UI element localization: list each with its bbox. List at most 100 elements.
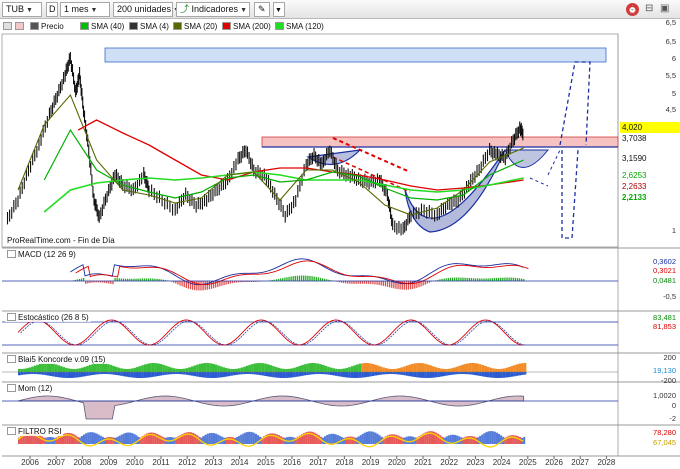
koncorde-bar	[400, 367, 404, 372]
koncorde-bar	[117, 367, 121, 372]
koncorde-bar	[88, 365, 92, 372]
koncorde-bar	[185, 372, 189, 375]
koncorde-bar	[128, 372, 131, 378]
koncorde-bar	[298, 372, 302, 377]
momentum-value: 1,0020	[653, 391, 676, 400]
koncorde-bar	[348, 367, 351, 372]
macd-bar	[359, 281, 361, 284]
koncorde-bar	[382, 372, 385, 375]
koncorde-bar	[172, 372, 176, 375]
koncorde-bar	[183, 372, 186, 375]
koncorde-bar	[54, 364, 58, 372]
koncorde-bar	[429, 365, 433, 372]
koncorde-bar	[122, 372, 126, 377]
koncorde-bar	[141, 372, 144, 378]
koncorde-bar	[492, 372, 495, 378]
koncorde-bar	[439, 368, 443, 372]
macd-bar	[183, 281, 185, 288]
rsi-bar	[160, 436, 163, 444]
macd-bar	[198, 281, 200, 291]
price-tag-sma4: 3,7038	[622, 134, 647, 143]
macd-bar	[108, 281, 110, 284]
momentum-area	[17, 395, 525, 420]
koncorde-bar	[350, 372, 354, 378]
koncorde-bar	[183, 368, 186, 372]
koncorde-bar	[46, 363, 50, 372]
koncorde-bar	[416, 363, 419, 372]
panel-menu-icon[interactable]	[7, 250, 16, 258]
macd-bar	[290, 276, 292, 281]
macd-bar	[353, 281, 355, 284]
koncorde-bar	[264, 363, 267, 372]
rsi-bar	[227, 437, 230, 444]
rsi-bar	[485, 432, 488, 444]
koncorde-bar	[442, 368, 446, 372]
panel-title-mom[interactable]: Mom (12)	[5, 384, 55, 393]
koncorde-bar	[185, 368, 189, 372]
panel-menu-icon[interactable]	[7, 427, 16, 435]
koncorde-bar	[138, 366, 142, 372]
koncorde-bar	[484, 366, 488, 372]
koncorde-bar	[376, 365, 380, 372]
koncorde-bar	[431, 372, 435, 378]
macd-bar	[139, 278, 141, 281]
price-tag-last: 4,020	[620, 122, 680, 133]
koncorde-bar	[366, 372, 370, 377]
koncorde-bar	[507, 366, 511, 372]
koncorde-bar	[204, 372, 207, 378]
macd-bar	[391, 281, 393, 288]
chart-canvas[interactable]	[0, 0, 680, 469]
panel-menu-icon[interactable]	[7, 355, 16, 363]
macd-bar	[282, 278, 284, 281]
koncorde-bar	[282, 368, 286, 372]
koncorde-bar	[91, 364, 95, 372]
panel-title-stoch[interactable]: Estocástico (26 8 5)	[5, 313, 91, 322]
koncorde-bar	[159, 372, 163, 376]
koncorde-bar	[306, 363, 309, 372]
koncorde-bar	[379, 366, 383, 372]
panel-menu-icon[interactable]	[7, 313, 16, 321]
koncorde-bar	[238, 368, 241, 372]
panel-title-rsi[interactable]: FILTRO RSI	[5, 427, 64, 436]
koncorde-bar	[41, 372, 45, 375]
macd-bar	[363, 281, 366, 284]
rsi-bar	[204, 434, 207, 444]
rsi-bar	[120, 434, 123, 444]
rsi-bar	[206, 433, 209, 444]
panel-title-macd[interactable]: MACD (12 26 9)	[5, 250, 78, 259]
koncorde-bar	[114, 366, 118, 372]
rsi-bar	[223, 437, 226, 444]
macd-bar	[137, 278, 139, 281]
koncorde-bar	[133, 372, 136, 378]
koncorde-bar	[523, 372, 527, 375]
koncorde-bar	[450, 372, 453, 375]
rsi-bar	[317, 435, 320, 444]
koncorde-bar	[280, 372, 283, 378]
koncorde-bar	[486, 372, 490, 378]
macd-bar	[500, 277, 502, 281]
panel-menu-icon[interactable]	[7, 384, 16, 392]
koncorde-bar	[502, 372, 506, 378]
koncorde-bar	[329, 367, 333, 372]
koncorde-bar	[266, 372, 270, 377]
koncorde-bar	[272, 366, 275, 372]
koncorde-bar	[78, 372, 81, 378]
koncorde-bar	[274, 372, 278, 378]
macd-bar	[453, 277, 456, 281]
koncorde-bar	[198, 372, 202, 378]
rsi-bar	[277, 435, 281, 444]
koncorde-bar	[300, 365, 304, 372]
koncorde-bar	[379, 372, 383, 375]
koncorde-bar	[33, 365, 37, 372]
projection-line	[547, 149, 561, 176]
koncorde-bar	[437, 372, 440, 378]
rsi-bar	[483, 433, 486, 444]
macd-bar	[284, 277, 286, 281]
koncorde-bar	[224, 372, 228, 377]
stoch-k-line	[17, 319, 523, 346]
koncorde-bar	[458, 365, 461, 372]
macd-hist-value: 0,0481	[653, 276, 676, 285]
panel-title-koncorde[interactable]: Blai5 Koncorde v.09 (15)	[5, 355, 108, 364]
koncorde-bar	[151, 363, 155, 372]
koncorde-bar	[138, 372, 142, 378]
